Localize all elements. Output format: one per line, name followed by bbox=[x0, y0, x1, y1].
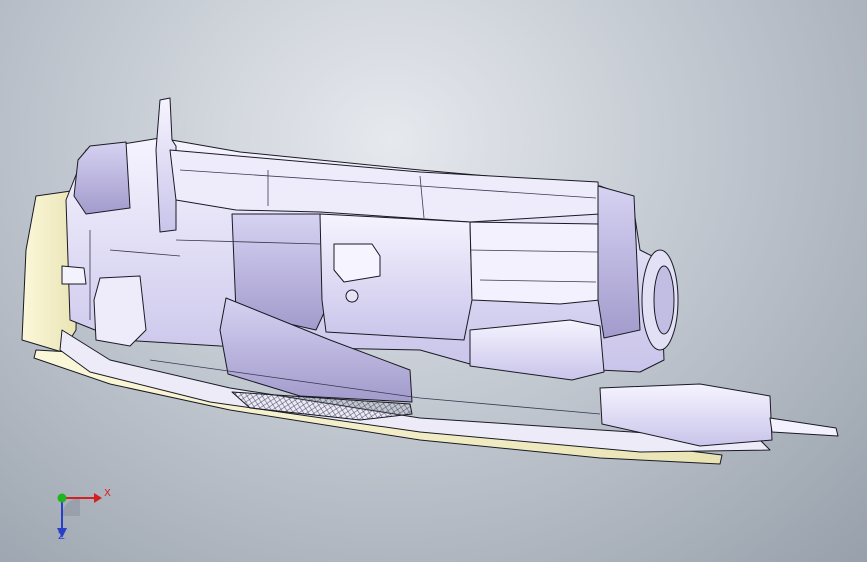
socket bbox=[333, 243, 381, 283]
tube-left bbox=[93, 275, 147, 347]
axis-triad: X Z bbox=[40, 478, 120, 548]
right-block bbox=[469, 221, 601, 305]
headlamp-model[interactable] bbox=[0, 0, 867, 562]
bolt bbox=[345, 289, 359, 303]
x-axis-label: X bbox=[104, 488, 111, 499]
clip bbox=[61, 265, 87, 285]
z-axis-label: Z bbox=[58, 531, 65, 542]
lower-connector bbox=[469, 319, 605, 381]
reflector-cap bbox=[73, 141, 131, 215]
y-axis-dot bbox=[57, 493, 67, 503]
x-arrow-icon bbox=[94, 493, 102, 503]
motor-end bbox=[653, 265, 675, 335]
mounting-tab bbox=[769, 417, 839, 437]
3d-model-viewport[interactable]: X Z bbox=[0, 0, 867, 562]
levelling-motor bbox=[597, 185, 641, 339]
